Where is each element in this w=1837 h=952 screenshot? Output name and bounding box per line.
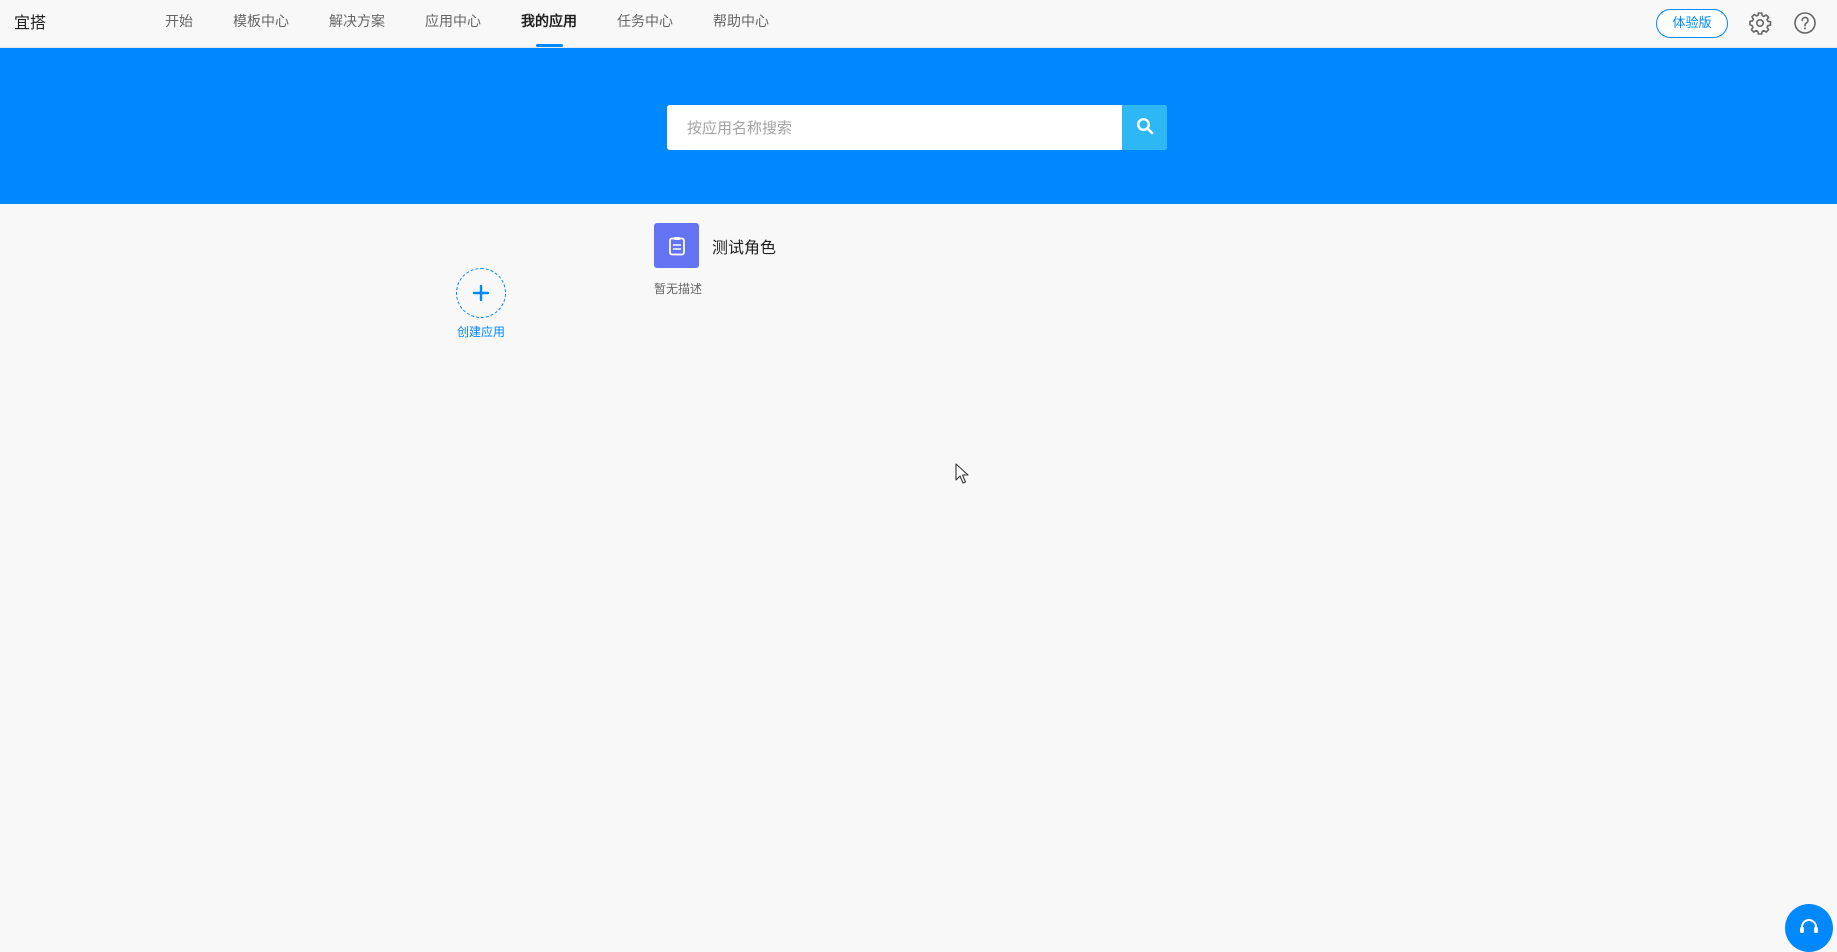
- search-box: [667, 105, 1167, 150]
- plus-icon: [456, 268, 506, 318]
- nav-start[interactable]: 开始: [165, 0, 193, 46]
- edition-button[interactable]: 体验版: [1656, 9, 1728, 38]
- chat-support-button[interactable]: [1785, 904, 1833, 952]
- active-tab-indicator: [536, 44, 563, 47]
- search-button[interactable]: [1122, 105, 1167, 150]
- app-name: 测试角色: [712, 238, 777, 257]
- nav-task-center[interactable]: 任务中心: [617, 0, 673, 46]
- mouse-cursor-icon: [955, 463, 969, 485]
- clipboard-icon: [654, 223, 699, 268]
- create-app-button[interactable]: 创建应用: [450, 268, 512, 340]
- app-card[interactable]: 测试角色 暂无描述: [654, 223, 914, 303]
- gear-icon[interactable]: [1748, 11, 1772, 35]
- search-icon: [1136, 117, 1154, 139]
- help-icon[interactable]: [1793, 11, 1817, 35]
- app-description: 暂无描述: [654, 282, 703, 296]
- nav-help-center[interactable]: 帮助中心: [713, 0, 769, 46]
- app-logo[interactable]: 宜搭: [14, 12, 46, 34]
- nav-solutions[interactable]: 解决方案: [329, 0, 385, 46]
- nav-app-center[interactable]: 应用中心: [425, 0, 481, 46]
- headset-icon: [1797, 918, 1821, 952]
- create-app-label: 创建应用: [456, 325, 505, 339]
- nav-my-apps[interactable]: 我的应用: [521, 0, 577, 46]
- search-banner: [0, 48, 1837, 204]
- nav-template-center[interactable]: 模板中心: [233, 0, 289, 46]
- top-navigation-bar: 宜搭 开始 模板中心 解决方案 应用中心 我的应用 任务中心 帮助中心 体验版: [0, 0, 1837, 48]
- search-input[interactable]: [667, 105, 1122, 150]
